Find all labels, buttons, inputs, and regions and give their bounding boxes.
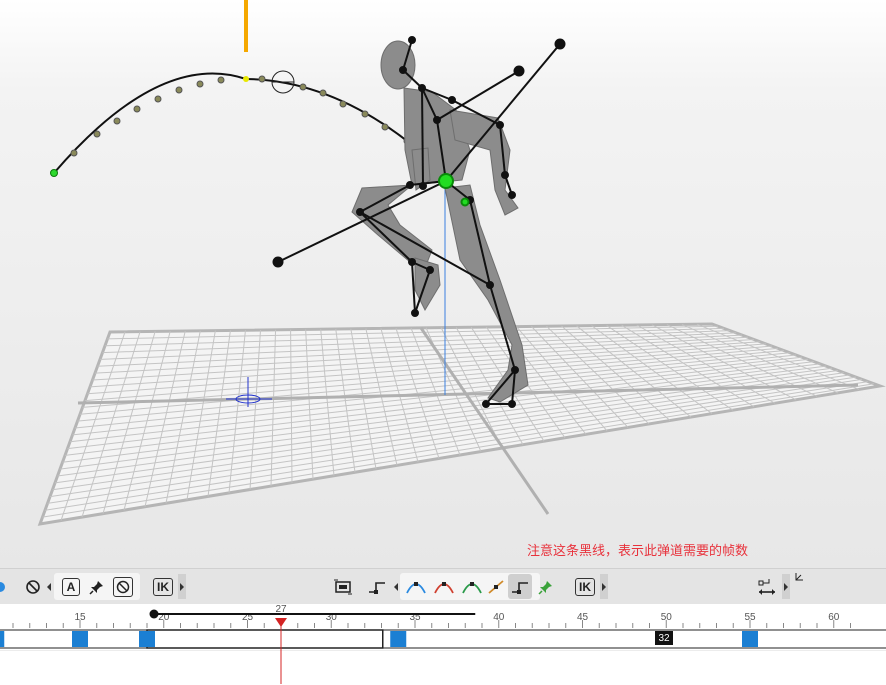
scene-canvas[interactable] <box>0 0 886 568</box>
trajectory-point[interactable] <box>93 130 101 138</box>
joint-a2[interactable] <box>513 65 525 77</box>
current-frame-label: 27 <box>275 604 287 615</box>
keyframe[interactable] <box>72 631 88 647</box>
trajectory-point[interactable] <box>217 76 225 84</box>
ik-button-left[interactable]: IK <box>152 574 174 599</box>
settings-dropdown[interactable] <box>782 574 790 599</box>
ik-label-right: IK <box>575 577 595 596</box>
trajectory-point[interactable] <box>319 89 327 97</box>
timeline-lower-area <box>0 650 886 685</box>
trajectory-curve[interactable] <box>50 70 431 177</box>
timeline-toolbar: A IK IK <box>0 568 886 605</box>
3d-viewport[interactable]: 注意这条黑线，表示此弹道需要的帧数 <box>0 0 886 568</box>
trajectory-point[interactable] <box>381 123 389 131</box>
joint-rs[interactable] <box>448 96 456 104</box>
pin-icon-green[interactable] <box>536 574 556 599</box>
joint-chest[interactable] <box>433 116 441 124</box>
curve-icon-blue[interactable] <box>404 574 428 599</box>
joint-anL[interactable] <box>408 258 416 266</box>
tick-label: 15 <box>74 612 86 623</box>
bone[interactable] <box>421 87 424 187</box>
ik-label-left: IK <box>153 577 173 596</box>
tick-label: 55 <box>744 612 756 623</box>
timeline-ruler[interactable]: 015202530354045505560 27 <box>0 604 886 628</box>
curve-icon-green[interactable] <box>460 574 484 599</box>
tick-label: 30 <box>325 612 337 623</box>
frame-range-icon[interactable] <box>332 574 354 599</box>
ik-button-right[interactable]: IK <box>574 574 596 599</box>
keyframe-canvas[interactable] <box>0 628 886 650</box>
ik-dropdown-right[interactable] <box>600 574 608 599</box>
blue-dot-icon[interactable] <box>0 574 6 599</box>
settings-icon[interactable] <box>756 574 778 599</box>
trajectory-marker <box>244 0 248 52</box>
joint-sh[interactable] <box>418 84 426 92</box>
trajectory-point[interactable] <box>361 110 369 118</box>
tick-label: 50 <box>660 612 672 623</box>
trajectory-point[interactable] <box>70 149 78 157</box>
keyframe[interactable] <box>139 631 155 647</box>
trajectory-point[interactable] <box>175 86 183 94</box>
joint-rw[interactable] <box>501 171 509 179</box>
joint-l1[interactable] <box>419 182 427 190</box>
step-icon-active[interactable] <box>508 574 532 599</box>
joint-toL[interactable] <box>411 309 419 317</box>
joint-ftR[interactable] <box>482 400 490 408</box>
keyframe[interactable] <box>742 631 758 647</box>
interp-left-arrow[interactable] <box>393 574 399 599</box>
joint-head[interactable] <box>408 36 416 44</box>
joint-a1[interactable] <box>272 256 284 268</box>
joint-a3[interactable] <box>554 38 566 50</box>
no-key-button[interactable] <box>112 574 134 599</box>
tick-label: 25 <box>241 612 254 623</box>
tick-label: 45 <box>576 612 589 623</box>
end-frame-badge: 32 <box>655 631 673 645</box>
tick-label: 40 <box>493 612 505 623</box>
curve-icon-red[interactable] <box>432 574 456 599</box>
keyframe-track[interactable] <box>0 628 886 650</box>
auto-key-label: A <box>62 577 80 596</box>
clip-range[interactable] <box>146 629 384 649</box>
linear-icon[interactable] <box>486 574 506 599</box>
tick-label: 35 <box>409 612 421 623</box>
pin-icon[interactable] <box>88 574 106 599</box>
corner-icon[interactable] <box>794 571 804 583</box>
group-left-arrow[interactable] <box>46 574 52 599</box>
trajectory-point[interactable] <box>113 117 121 125</box>
joint-ftL[interactable] <box>426 266 434 274</box>
trajectory-point[interactable] <box>154 95 162 103</box>
no-icon[interactable] <box>24 574 42 599</box>
step-icon[interactable] <box>366 574 388 599</box>
joint-re[interactable] <box>496 121 504 129</box>
keyframe[interactable] <box>390 631 407 647</box>
keyframe[interactable] <box>0 631 5 647</box>
annotation-text: 注意这条黑线，表示此弹道需要的帧数 <box>527 544 749 559</box>
joint-toR[interactable] <box>508 400 516 408</box>
trajectory-point[interactable] <box>196 80 204 88</box>
joint-knR[interactable] <box>486 281 494 289</box>
auto-key-button[interactable]: A <box>60 574 82 599</box>
trajectory-point[interactable] <box>339 100 347 108</box>
joint-anR[interactable] <box>511 366 519 374</box>
joint-hipL[interactable] <box>406 181 414 189</box>
tick-label: 20 <box>158 612 170 623</box>
joint-neck[interactable] <box>399 66 407 74</box>
trajectory-point[interactable] <box>299 83 307 91</box>
trajectory-point[interactable] <box>258 75 266 83</box>
ground-grid <box>37 322 886 526</box>
joint-rh[interactable] <box>508 191 516 199</box>
ik-dropdown-left[interactable] <box>178 574 186 599</box>
tick-label: 60 <box>828 612 840 623</box>
joint-knL[interactable] <box>356 208 364 216</box>
trajectory-point[interactable] <box>133 105 141 113</box>
